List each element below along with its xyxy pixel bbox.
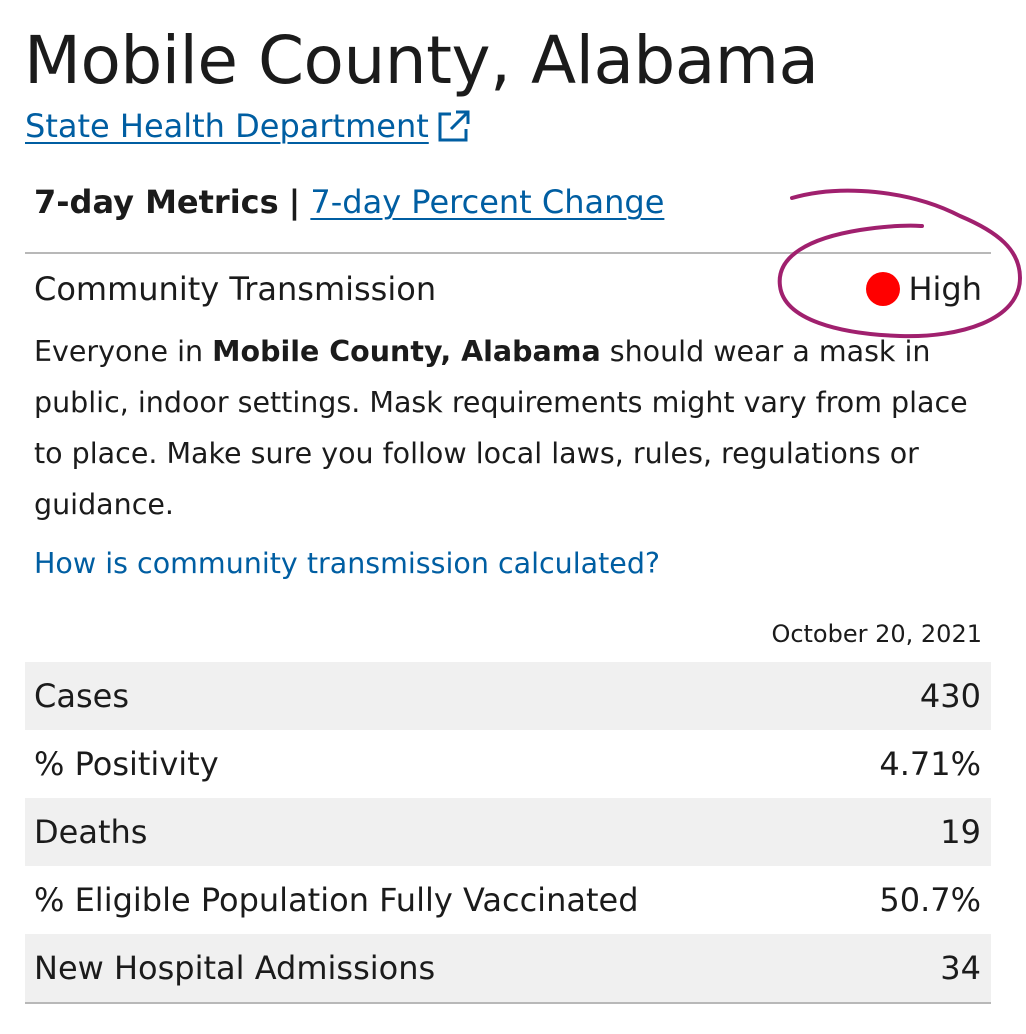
transmission-calculation-link[interactable]: How is community transmission calculated… (34, 542, 660, 586)
guidance-county: Mobile County, Alabama (212, 335, 601, 368)
guidance-prefix: Everyone in (34, 335, 213, 368)
metrics-date: October 20, 2021 (771, 620, 982, 648)
metric-row-vaccinated: % Eligible Population Fully Vaccinated 5… (25, 866, 991, 934)
metric-row-deaths: Deaths 19 (25, 798, 991, 866)
tab-7-day-percent-change[interactable]: 7-day Percent Change (310, 183, 664, 221)
metric-value: 19 (940, 813, 981, 851)
state-health-department-link[interactable]: State Health Department (25, 104, 429, 148)
metrics-table: Cases 430 % Positivity 4.71% Deaths 19 %… (25, 662, 991, 1004)
metric-label: Deaths (34, 813, 148, 851)
metrics-tabs: 7-day Metrics | 7-day Percent Change (34, 180, 664, 224)
community-transmission-label: Community Transmission (34, 270, 437, 308)
metric-value: 4.71% (879, 745, 981, 783)
level-indicator-dot (866, 272, 901, 306)
divider (25, 1002, 991, 1004)
metric-value: 430 (919, 677, 981, 715)
metric-value: 34 (940, 949, 981, 987)
metric-label: New Hospital Admissions (34, 949, 436, 987)
metric-row-cases: Cases 430 (25, 662, 991, 730)
tab-separator: | (288, 183, 301, 221)
external-link-icon[interactable] (436, 108, 472, 144)
metric-row-positivity: % Positivity 4.71% (25, 730, 991, 798)
transmission-level: High (866, 266, 982, 312)
metric-value: 50.7% (879, 881, 981, 919)
masking-guidance-text: Everyone in Mobile County, Alabama shoul… (34, 326, 994, 530)
page-title: Mobile County, Alabama (24, 22, 819, 99)
metric-row-hospital-admissions: New Hospital Admissions 34 (25, 934, 991, 1002)
tab-7-day-metrics[interactable]: 7-day Metrics (34, 183, 279, 221)
divider (25, 252, 991, 254)
metric-label: % Eligible Population Fully Vaccinated (34, 881, 639, 919)
transmission-level-text: High (908, 270, 982, 308)
metric-label: % Positivity (34, 745, 219, 783)
handdrawn-circle-annotation (777, 188, 1023, 339)
metric-label: Cases (34, 677, 129, 715)
